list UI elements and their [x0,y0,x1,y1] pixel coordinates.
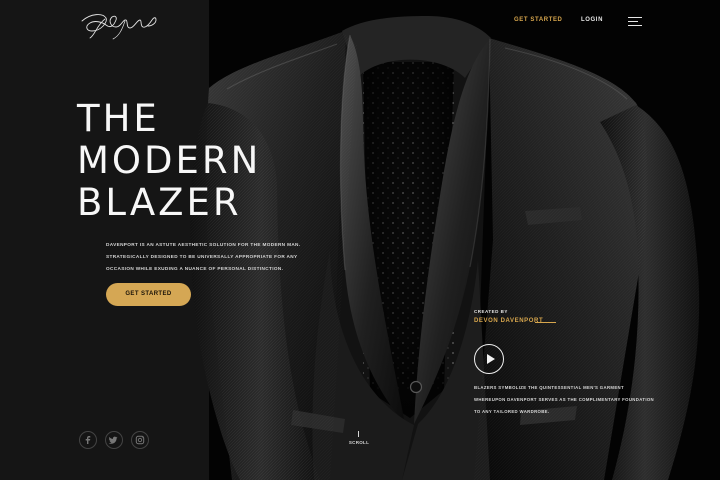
twitter-icon [108,436,118,444]
hero-title: THE MODERN BLAZER [77,98,267,224]
play-video-button[interactable] [474,344,504,374]
instagram-icon [135,435,145,445]
twitter-link[interactable] [105,431,123,449]
feature-description: BLAZERS SYMBOLIZE THE QUINTESSENTIAL MEN… [474,385,655,414]
menu-icon[interactable] [628,16,643,26]
creator-accent-line [535,322,556,323]
brand-logo[interactable] [80,8,158,40]
instagram-link[interactable] [131,431,149,449]
hero-description: DAVENPORT IS AN ASTUTE AESTHETIC SOLUTIO… [106,242,301,271]
creator-name: DEVON DAVENPORT [474,318,544,324]
scroll-label: SCROLL [348,440,370,445]
get-started-button[interactable]: GET STARTED [106,283,191,306]
hero-title-line-1: THE [77,97,160,140]
nav-get-started-link[interactable]: GET STARTED [514,17,563,23]
facebook-icon [85,436,91,444]
hero-title-line-2: MODERN [77,139,262,182]
page: GET STARTED LOGIN THE MODERN BLAZER DAVE… [0,0,720,480]
scroll-line [358,431,359,437]
nav-login-link[interactable]: LOGIN [581,17,603,23]
facebook-link[interactable] [79,431,97,449]
created-by-label: CREATED BY [474,309,508,314]
scroll-indicator[interactable]: SCROLL [339,431,379,449]
hero-title-line-3: BLAZER [77,181,242,224]
play-icon [487,354,495,364]
